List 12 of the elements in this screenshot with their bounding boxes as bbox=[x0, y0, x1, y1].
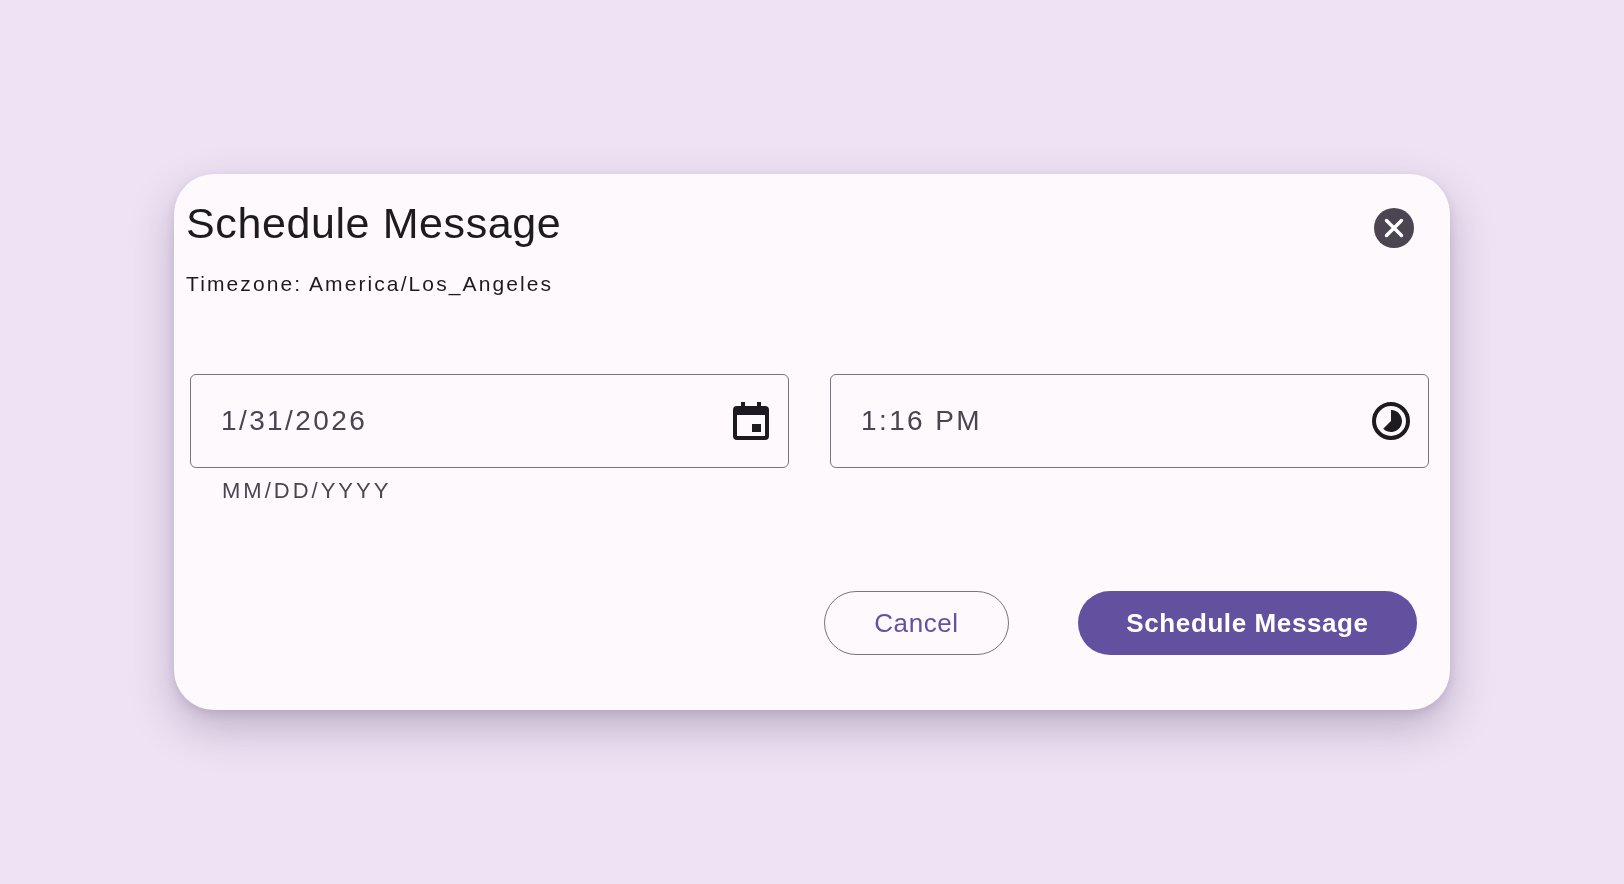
calendar-icon bbox=[733, 402, 769, 440]
timelapse-icon bbox=[1372, 402, 1410, 440]
dialog-title: Schedule Message bbox=[186, 199, 562, 247]
clock-button[interactable] bbox=[1372, 402, 1410, 440]
close-button[interactable] bbox=[1374, 208, 1414, 248]
schedule-button[interactable]: Schedule Message bbox=[1078, 591, 1417, 655]
close-icon bbox=[1384, 218, 1404, 238]
timezone-label: Timezone: America/Los_Angeles bbox=[186, 272, 554, 296]
time-field[interactable]: 1:16 PM bbox=[830, 374, 1429, 468]
date-field[interactable]: 1/31/2026 bbox=[190, 374, 789, 468]
calendar-button[interactable] bbox=[732, 402, 770, 440]
date-format-hint: MM/DD/YYYY bbox=[222, 478, 392, 504]
